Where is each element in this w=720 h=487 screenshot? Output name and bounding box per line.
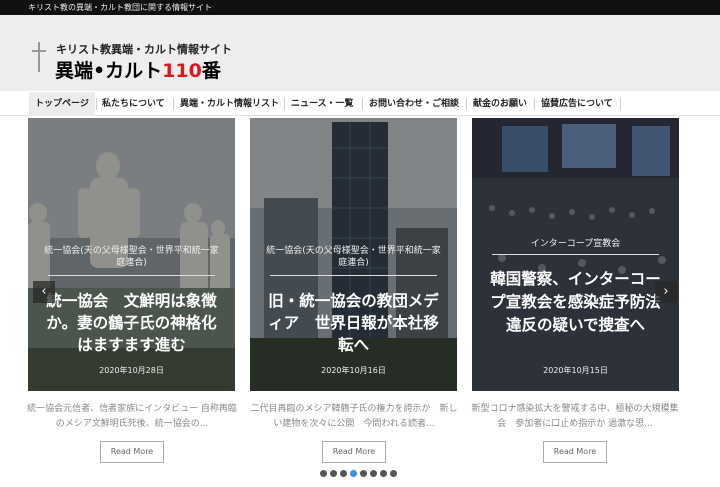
site-header: キリスト教異端・カルト情報サイト 異端•カルト110番 <box>0 15 720 91</box>
slide-excerpt: 新型コロナ感染拡大を警戒する中、極秘の大規模集会 参加者に口止め指示か 過激な思… <box>471 404 679 429</box>
site-logo[interactable]: 異端•カルト110番 <box>55 56 221 83</box>
slide-category[interactable]: 統一協会(天の父母様聖会・世界平和統一家庭連合) <box>264 245 443 269</box>
nav-item-news[interactable]: ニュース・一覧 <box>285 92 360 116</box>
logo-title-end: 番 <box>201 60 221 82</box>
carousel-dot[interactable] <box>370 470 377 477</box>
divider <box>48 275 215 276</box>
slide-date: 2020年10月28日 <box>99 366 164 375</box>
read-more-button[interactable]: Read More <box>322 441 386 463</box>
nav-item-sponsor[interactable]: 協賛広告について <box>535 92 619 116</box>
slide-date: 2020年10月15日 <box>543 366 608 375</box>
read-more-button[interactable]: Read More <box>543 441 607 463</box>
site-description: キリスト教の異端・カルト教団に関する情報サイト <box>28 3 212 12</box>
slide-category[interactable]: インターコープ宣教会 <box>486 238 665 250</box>
slide-title[interactable]: 旧・統一協会の教団メディア 世界日報が本社移転へ <box>262 290 445 356</box>
chevron-left-icon[interactable]: ‹ <box>33 281 55 303</box>
divider <box>270 275 437 276</box>
carousel-dot[interactable] <box>390 470 397 477</box>
cross-icon <box>32 42 46 72</box>
slide-card[interactable]: 統一協会(天の父母様聖会・世界平和統一家庭連合) 統一協会 文鮮明は象徴か。妻の… <box>28 118 235 391</box>
logo-number: 110 <box>162 60 202 82</box>
divider <box>492 254 659 255</box>
slide-title[interactable]: 統一協会 文鮮明は象徴か。妻の鶴子氏の神格化はますます進む <box>40 290 223 356</box>
top-info-bar: キリスト教の異端・カルト教団に関する情報サイト <box>0 0 720 15</box>
read-more-button[interactable]: Read More <box>100 441 164 463</box>
logo-tagline[interactable]: キリスト教異端・カルト情報サイト <box>56 41 232 57</box>
nav-item-top[interactable]: トップページ <box>29 92 95 116</box>
carousel-dot[interactable] <box>380 470 387 477</box>
slide-card[interactable]: 統一協会(天の父母様聖会・世界平和統一家庭連合) 旧・統一協会の教団メディア 世… <box>250 118 457 391</box>
nav-item-donation[interactable]: 献金のお願い <box>467 92 533 116</box>
main-nav: トップページ 私たちについて 異端・カルト情報リスト ニュース・一覧 お問い合わ… <box>0 92 720 116</box>
slide-excerpt: 統一協会元信者、信者家族にインタビュー 自称再臨のメシア文鮮明氏死後、統一協会の… <box>27 404 237 429</box>
slide-excerpt: 二代目再臨のメシア韓鶴子氏の権力を誇示か 新しい建物を次々に公開 今問われる読者… <box>250 404 458 429</box>
chevron-right-icon[interactable]: › <box>655 281 677 303</box>
nav-divider <box>620 98 621 110</box>
nav-item-contact[interactable]: お問い合わせ・ご相談 <box>363 92 465 116</box>
carousel-dot[interactable] <box>360 470 367 477</box>
carousel-dot[interactable] <box>340 470 347 477</box>
carousel-dot[interactable] <box>330 470 337 477</box>
carousel-dot[interactable] <box>320 470 327 477</box>
slide-card[interactable]: インターコープ宣教会 韓国警察、インターコープ宣教会を感染症予防法違反の疑いで捜… <box>472 118 679 391</box>
logo-title: 異端•カルト <box>55 60 163 82</box>
nav-item-cult-list[interactable]: 異端・カルト情報リスト <box>174 92 285 116</box>
slide-category[interactable]: 統一協会(天の父母様聖会・世界平和統一家庭連合) <box>42 245 221 269</box>
carousel-dot-active[interactable] <box>350 470 357 477</box>
slide-date: 2020年10月16日 <box>321 366 386 375</box>
slide-title[interactable]: 韓国警察、インターコープ宣教会を感染症予防法違反の疑いで捜査へ <box>484 268 667 337</box>
nav-item-about[interactable]: 私たちについて <box>96 92 171 116</box>
